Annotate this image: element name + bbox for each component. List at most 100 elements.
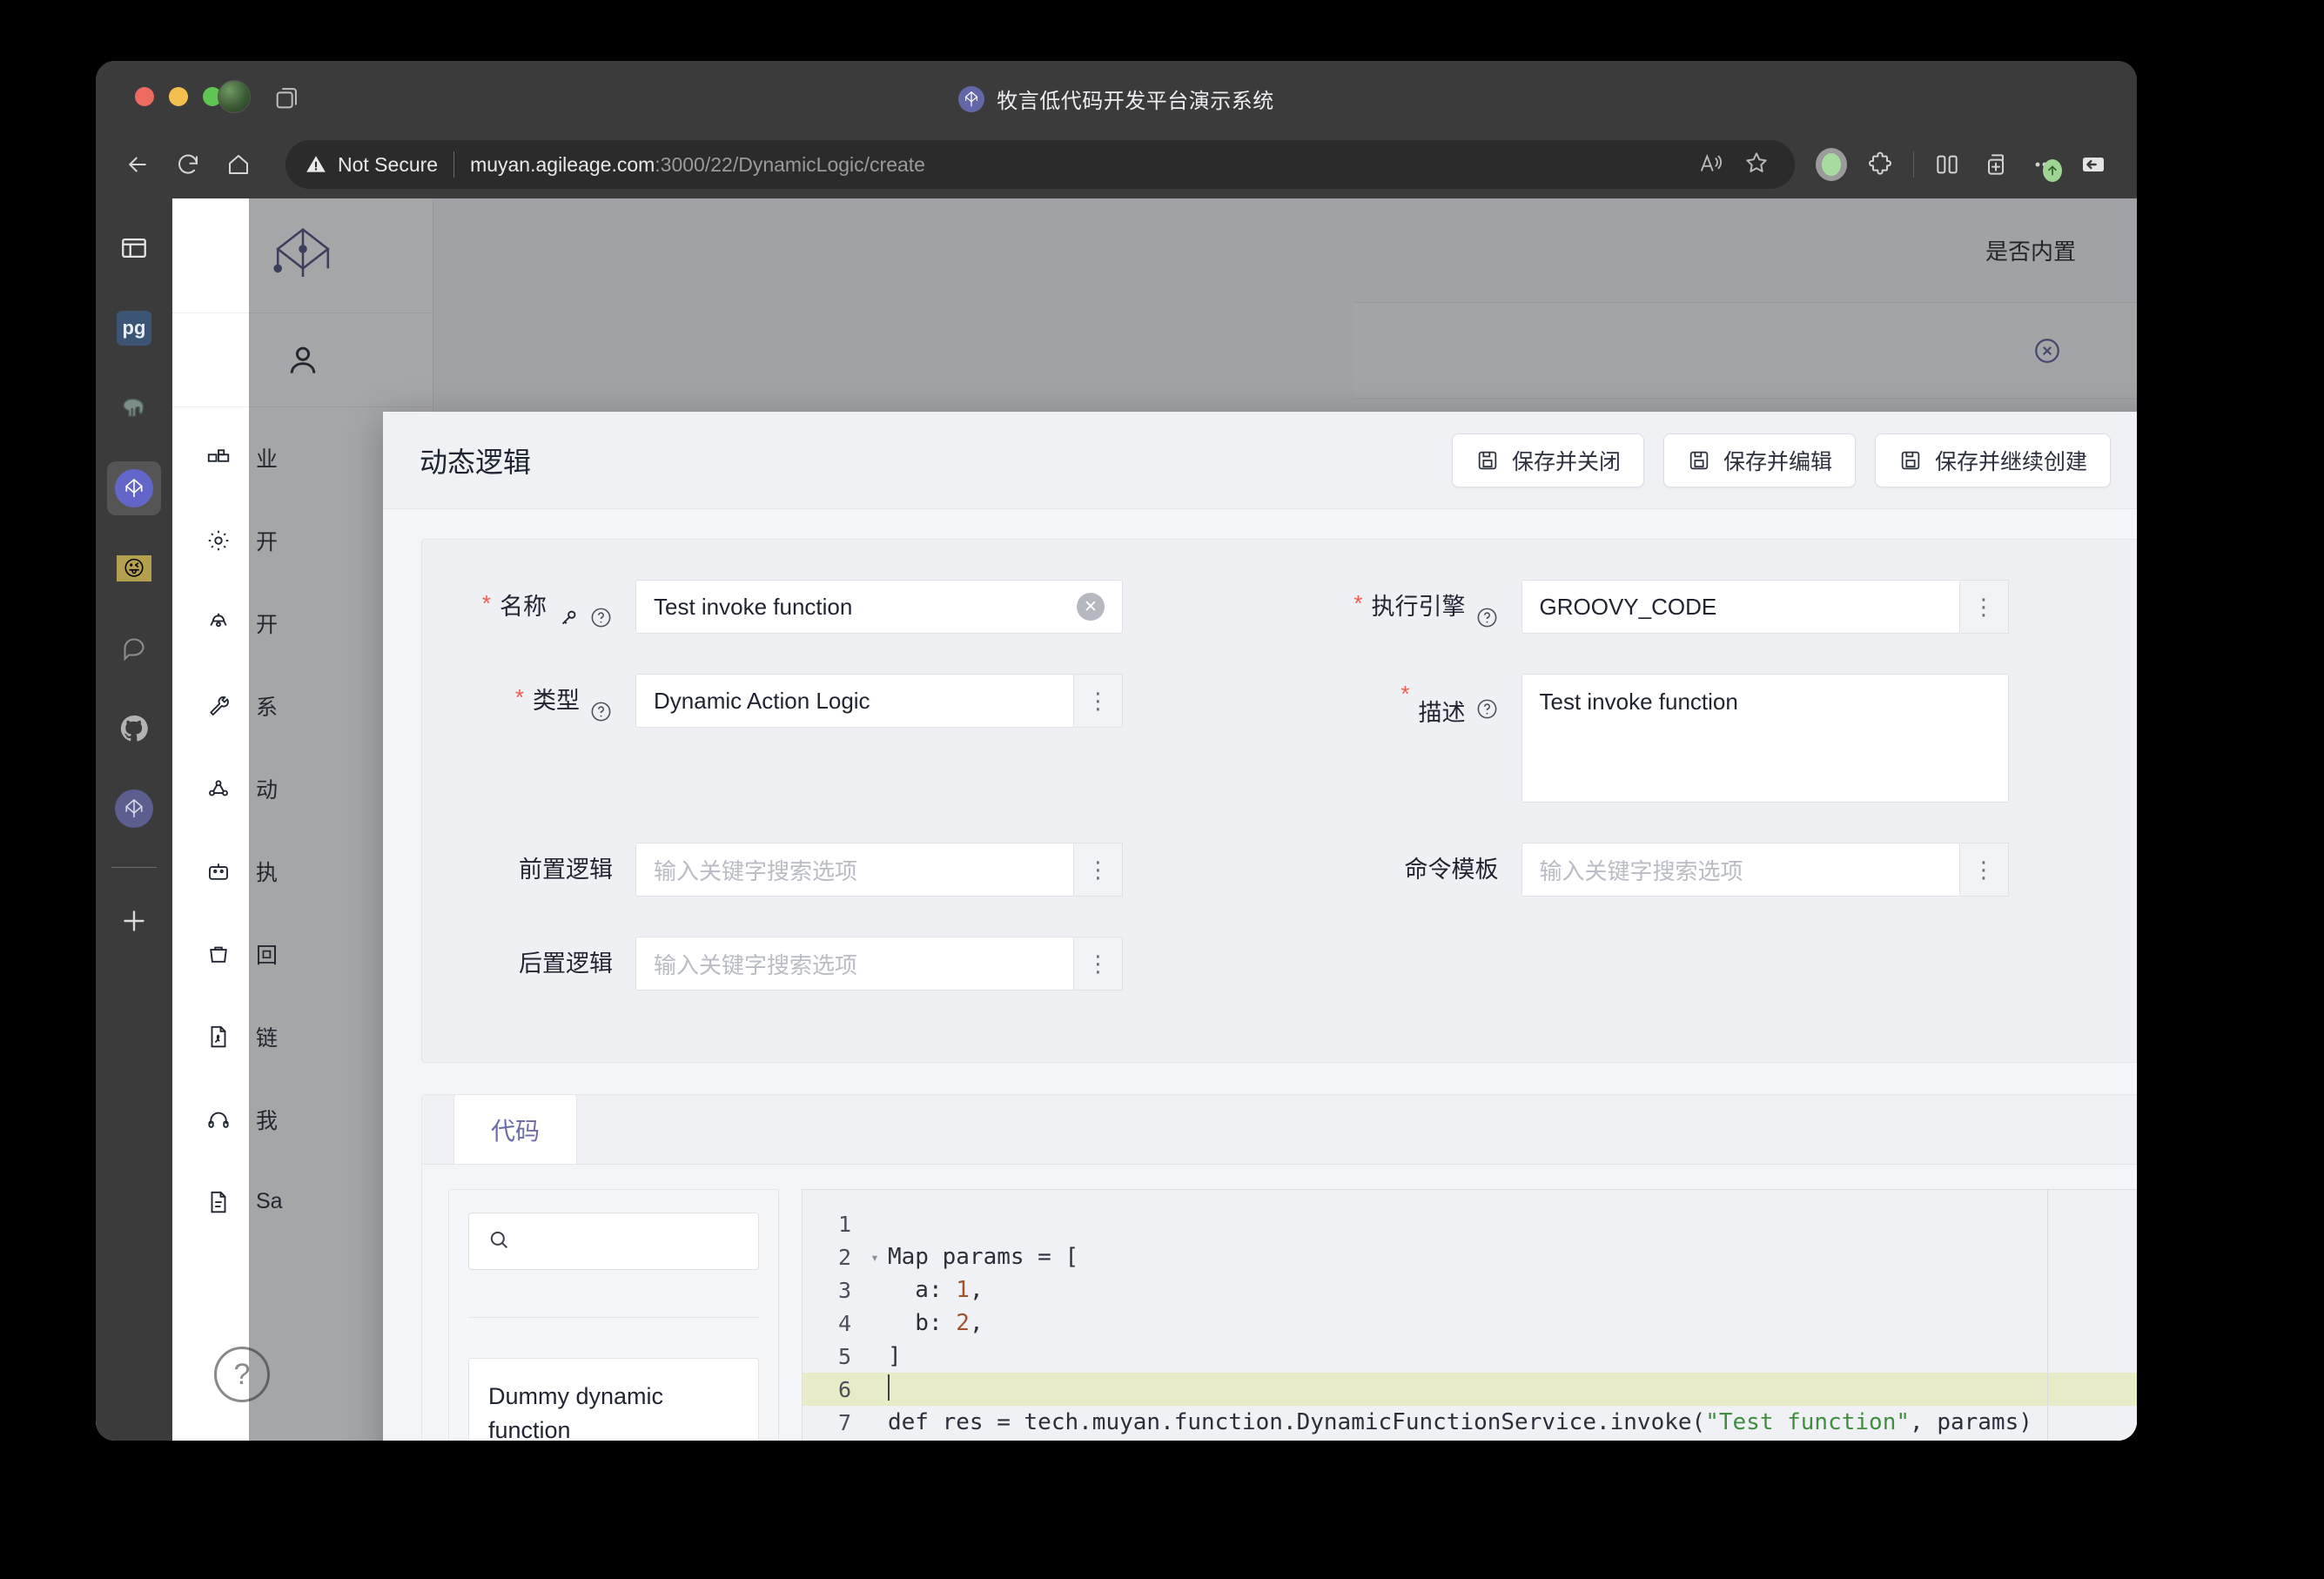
browser-titlebar: 牧言低代码开发平台演示系统 — [96, 61, 2137, 131]
favorites-star-icon[interactable] — [1743, 149, 1770, 181]
activity-bar-divider — [111, 867, 157, 868]
post-logic-placeholder: 输入关键字搜索选项 — [654, 948, 857, 980]
engine-input-value: GROOVY_CODE — [1540, 594, 1717, 621]
help-icon[interactable] — [1474, 686, 1499, 710]
save-and-continue-button[interactable]: 保存并继续创建 — [1875, 433, 2111, 487]
pre-logic-input[interactable]: 输入关键字搜索选项 — [635, 843, 1074, 897]
command-template-input[interactable]: 输入关键字搜索选项 — [1521, 843, 1960, 897]
search-icon — [487, 1227, 511, 1256]
reload-icon[interactable] — [165, 142, 211, 187]
table-row[interactable] — [1353, 303, 2137, 399]
save-and-edit-button[interactable]: 保存并编辑 — [1663, 433, 1856, 487]
chat-scribble-icon[interactable] — [107, 622, 161, 675]
post-logic-picker-button[interactable]: ⋮ — [1074, 937, 1123, 991]
field-name-label: * 名称 — [422, 580, 635, 634]
required-marker: * — [1353, 592, 1362, 615]
type-input[interactable]: Dynamic Action Logic — [635, 674, 1074, 728]
sidebar-item-label: 开 — [256, 608, 278, 639]
field-description-label: * 描述 — [1308, 674, 1521, 740]
extensions-puzzle-icon[interactable] — [1856, 142, 1904, 187]
code-line-active: 6 — [803, 1373, 2137, 1406]
name-input-value: Test invoke function — [654, 594, 852, 621]
code-line: 2 ▾ Map params = [ — [803, 1240, 2137, 1273]
sidebar-toggle-icon[interactable] — [2069, 142, 2118, 187]
settings-more-icon[interactable] — [2020, 142, 2069, 187]
modal-header: 动态逻辑 保存并关闭 — [383, 412, 2137, 509]
code-text: b: 2, — [884, 1310, 984, 1336]
back-arrow-icon[interactable] — [115, 142, 160, 187]
code-text: Map params = [ — [884, 1244, 1078, 1270]
editor-ruler — [2047, 1190, 2048, 1441]
post-logic-input[interactable]: 输入关键字搜索选项 — [635, 937, 1074, 991]
save-and-edit-label: 保存并编辑 — [1723, 445, 1832, 476]
read-aloud-icon[interactable] — [1697, 150, 1723, 180]
muyan-dim-icon[interactable] — [107, 782, 161, 836]
postgres-pg-icon[interactable]: pg — [107, 301, 161, 355]
activity-bar: pg 😜 — [96, 198, 172, 1441]
help-icon[interactable] — [588, 595, 613, 619]
field-command-template: 命令模板 输入关键字搜索选项 ⋮ — [1308, 843, 2133, 897]
app-user-avatar[interactable] — [172, 313, 433, 407]
name-input[interactable]: Test invoke function ✕ — [635, 580, 1123, 634]
browser-navbar: Not Secure muyan.agileage.com:3000/22/Dy… — [96, 131, 2137, 198]
function-search-input[interactable] — [468, 1213, 759, 1270]
app-logo — [172, 198, 433, 313]
github-icon[interactable] — [107, 702, 161, 756]
headset-icon — [204, 1105, 233, 1134]
tab-code[interactable]: 代码 — [453, 1094, 577, 1164]
label-text: 命令模板 — [1405, 843, 1499, 897]
wrench-icon — [204, 691, 233, 721]
list-item[interactable]: Dummy dynamic function — [469, 1359, 758, 1441]
sidebar-item-label: 动 — [256, 773, 278, 804]
field-pre-logic-label: 前置逻辑 — [422, 843, 635, 897]
help-icon[interactable] — [588, 689, 613, 713]
address-bar[interactable]: Not Secure muyan.agileage.com:3000/22/Dy… — [285, 140, 1795, 189]
modal-actions: 保存并关闭 保存并编辑 — [1452, 433, 2137, 487]
save-icon — [1898, 448, 1923, 473]
required-marker: * — [482, 592, 491, 615]
share-nodes-icon — [204, 774, 233, 803]
pre-logic-picker-button[interactable]: ⋮ — [1074, 843, 1123, 897]
sidebar-item-label: 业 — [256, 442, 278, 474]
label-text: 描述 — [1419, 686, 1466, 740]
fold-marker[interactable]: ▾ — [865, 1249, 884, 1266]
code-text: def res = tech.muyan.function.DynamicFun… — [884, 1409, 2032, 1435]
profile-icon[interactable] — [1807, 142, 1856, 187]
help-icon[interactable] — [1474, 595, 1499, 619]
save-icon — [1475, 448, 1500, 473]
split-screen-icon[interactable] — [1923, 142, 1971, 187]
type-input-value: Dynamic Action Logic — [654, 688, 870, 715]
engine-picker-button[interactable]: ⋮ — [1960, 580, 2009, 634]
command-template-picker-button[interactable]: ⋮ — [1960, 843, 2009, 897]
line-number: 4 — [803, 1311, 865, 1336]
save-and-close-button[interactable]: 保存并关闭 — [1452, 433, 1644, 487]
field-pre-logic: 前置逻辑 输入关键字搜索选项 ⋮ — [422, 843, 1247, 897]
field-type-label: * 类型 — [422, 674, 635, 728]
type-picker-button[interactable]: ⋮ — [1074, 674, 1123, 728]
collections-icon[interactable] — [1971, 142, 2020, 187]
elephant-icon[interactable] — [107, 381, 161, 435]
code-text: ] — [884, 1343, 902, 1369]
clear-icon[interactable]: ✕ — [1077, 593, 1105, 621]
save-and-continue-label: 保存并继续创建 — [1935, 445, 2087, 476]
engine-input[interactable]: GROOVY_CODE — [1521, 580, 1960, 634]
url-host: muyan.agileage.com — [470, 153, 655, 176]
field-description: * 描述 Test invoke function — [1308, 674, 2133, 803]
muyan-logo-icon[interactable] — [107, 461, 161, 515]
page-title: 动态逻辑 — [420, 440, 531, 480]
add-icon[interactable] — [107, 894, 161, 948]
emoji-icon[interactable]: 😜 — [107, 541, 161, 595]
label-text: 名称 — [500, 580, 547, 634]
status-no-icon — [2032, 336, 2062, 366]
page-viewport: pg 😜 — [96, 198, 2137, 1441]
field-post-logic-label: 后置逻辑 — [422, 937, 635, 991]
panel-layout-icon[interactable] — [107, 221, 161, 275]
key-icon — [555, 595, 580, 619]
description-textarea[interactable]: Test invoke function — [1521, 674, 2009, 803]
help-button[interactable]: ? — [214, 1347, 270, 1402]
sidebar-item-label: Sa — [256, 1189, 283, 1214]
code-editor[interactable]: 1 2 ▾ Map params = [ — [802, 1189, 2137, 1441]
file-text-icon — [204, 1187, 233, 1217]
screen-root: 牧言低代码开发平台演示系统 — [0, 0, 2324, 1579]
home-icon[interactable] — [216, 142, 261, 187]
